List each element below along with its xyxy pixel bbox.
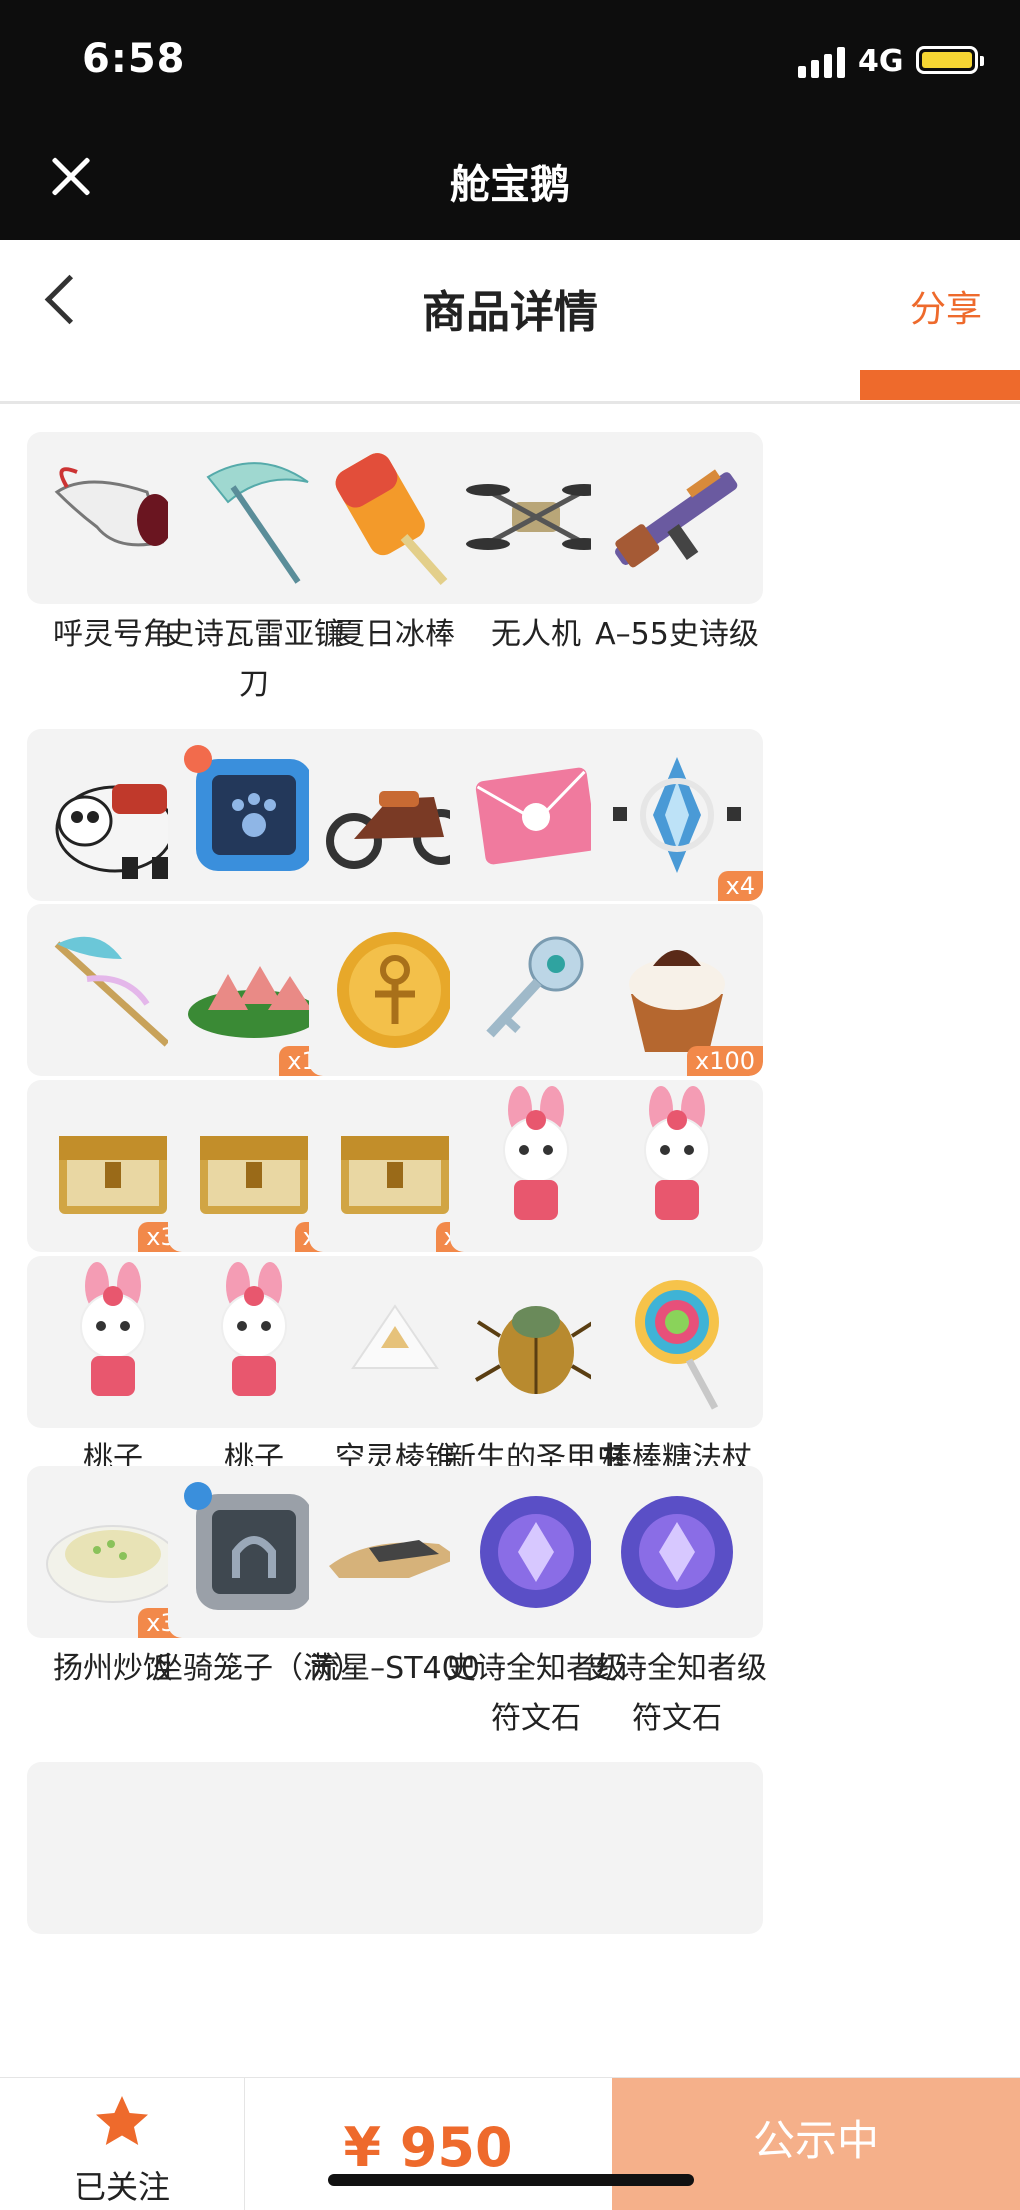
item-thumbnail <box>591 1256 763 1428</box>
item-thumbnail <box>591 432 763 604</box>
item-thumbnail: x100 <box>591 904 763 1076</box>
price: ¥ 950 <box>343 2116 513 2179</box>
item-thumbnail <box>591 1080 763 1252</box>
status-time: 6:58 <box>82 36 186 82</box>
share-button[interactable]: 分享 <box>910 280 982 332</box>
item-name: A–55史诗级 <box>595 617 759 652</box>
signal-icon <box>798 46 848 78</box>
item-thumbnail <box>591 1466 763 1638</box>
follow-button[interactable]: 已关注 <box>0 2078 245 2210</box>
rune-stone-icon <box>621 1496 733 1608</box>
battery-icon <box>916 46 984 74</box>
rifle-icon <box>615 469 738 568</box>
bunny-doll-icon <box>644 1086 710 1220</box>
status-and-app-bar: 6:58 4G 舱宝鹅 <box>0 0 1020 240</box>
quantity-badge: x100 <box>686 1046 763 1076</box>
star-icon <box>96 2096 148 2145</box>
network-type: 4G <box>858 44 904 79</box>
lollipop-icon <box>635 1280 719 1410</box>
home-indicator <box>328 2174 694 2186</box>
item-thumbnail: x4 <box>591 729 763 901</box>
quantity-badge: x4 <box>717 871 763 901</box>
page-title: 商品详情 <box>422 287 598 338</box>
item-name: 史诗全知者级符文石 <box>587 1651 767 1736</box>
bottom-bar: 已关注 ¥ 950 公示中 <box>0 2077 1020 2210</box>
status-button[interactable]: 公示中 <box>612 2078 1020 2210</box>
divider <box>0 401 1020 404</box>
tab-indicator <box>860 370 1020 400</box>
follow-label: 已关注 <box>73 2168 170 2206</box>
app-title: 舱宝鹅 <box>450 162 570 208</box>
item-thumbnail <box>591 1762 763 1934</box>
